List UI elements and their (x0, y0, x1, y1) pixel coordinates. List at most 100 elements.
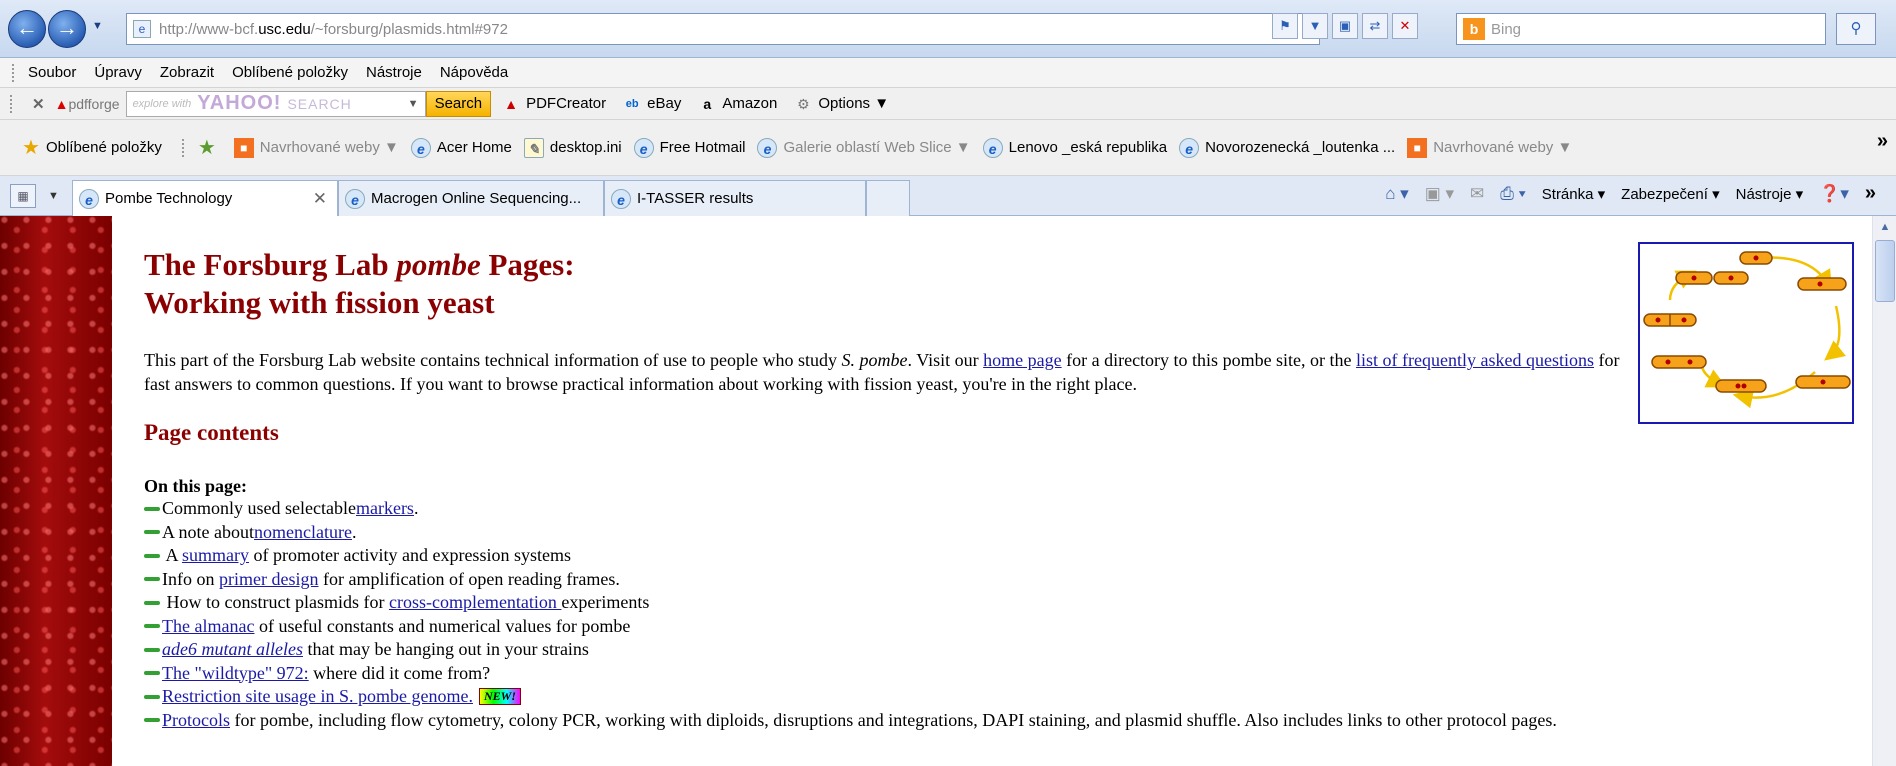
page-menu[interactable]: Stránka ▾ (1542, 185, 1605, 203)
history-dropdown-icon[interactable]: ▼ (92, 20, 103, 32)
yahoo-search-input[interactable]: explore with YAHOO! SEARCH ▼ (125, 90, 426, 117)
primer-design-link[interactable]: primer design (219, 568, 318, 592)
bullet-icon (144, 577, 160, 582)
scroll-thumb[interactable] (1875, 240, 1895, 302)
tools-menu[interactable]: Nástroje ▾ (1736, 185, 1804, 203)
fav-suggested-sites-2[interactable]: ■ Navrhované weby ▼ (1407, 137, 1572, 158)
ebay-icon: eb (625, 97, 639, 110)
list-item: How to construct plasmids for cross-comp… (144, 591, 1794, 615)
cross-complementation-link[interactable]: cross-complementation (389, 591, 561, 615)
protocols-link[interactable]: Protocols (162, 709, 230, 733)
close-tab-icon[interactable]: ✕ (313, 189, 327, 209)
menu-nastroje[interactable]: Nástroje (366, 64, 422, 81)
scroll-up-icon[interactable]: ▲ (1873, 216, 1896, 238)
ade6-link[interactable]: ade6 mutant alleles (162, 638, 303, 662)
amazon-button[interactable]: a Amazon (697, 94, 777, 114)
web-page: The Forsburg Lab pombe Pages: Working wi… (0, 216, 1896, 766)
fav-web-slice-gallery[interactable]: e Galerie oblastí Web Slice ▼ (757, 137, 971, 158)
pdfforge-toolbar: ✕ ▲pdfforge explore with YAHOO! SEARCH ▼… (0, 88, 1896, 120)
tab-pombe-technology[interactable]: e Pombe Technology ✕ (72, 180, 338, 216)
summary-link[interactable]: summary (182, 544, 249, 568)
compatibility-view-icon[interactable]: ⚑ (1272, 13, 1298, 39)
bullet-icon (144, 624, 160, 629)
search-input[interactable]: b Bing (1456, 13, 1826, 45)
cell-cycle-image[interactable] (1638, 242, 1854, 424)
ie-icon: e (79, 188, 99, 209)
menu-zobrazit[interactable]: Zobrazit (160, 64, 214, 81)
pdfforge-logo[interactable]: ▲pdfforge (55, 96, 120, 112)
rss-icon[interactable]: ▣ (1332, 13, 1358, 39)
bullet-icon (144, 506, 160, 511)
favorites-button[interactable]: ★ Oblíbené položky (22, 135, 162, 160)
amazon-icon: a (703, 95, 712, 112)
feeds-icon[interactable]: ▣ ▾ (1425, 184, 1454, 204)
list-item: Protocols for pombe, including flow cyto… (144, 709, 1794, 733)
mail-icon[interactable]: ✉ (1470, 184, 1484, 204)
fav-novorozenecka[interactable]: e Novorozenecká _loutenka ... (1179, 137, 1395, 158)
menu-soubor[interactable]: Soubor (28, 64, 76, 81)
fav-desktop-ini[interactable]: ✎ desktop.ini (523, 137, 622, 158)
list-item: Commonly used selectable markers. (144, 497, 1794, 521)
add-favorite-icon[interactable]: ★ (198, 135, 222, 160)
menu-napoveda[interactable]: Nápověda (440, 64, 508, 81)
menu-upravy[interactable]: Úpravy (94, 64, 142, 81)
page-icon: e (133, 20, 151, 38)
toolbar-grip (181, 138, 186, 157)
suggested-sites-icon: ■ (233, 137, 254, 158)
restriction-site-link[interactable]: Restriction site usage in S. pombe genom… (162, 685, 473, 709)
fav-free-hotmail[interactable]: e Free Hotmail (633, 137, 745, 158)
menu-oblibene[interactable]: Oblíbené položky (232, 64, 348, 81)
tab-itasser[interactable]: e I-TASSER results (604, 180, 866, 216)
toolbar-grip (10, 94, 14, 113)
back-button[interactable]: ← (8, 10, 46, 48)
chevron-more-icon[interactable]: » (1877, 130, 1888, 153)
almanac-link[interactable]: The almanac (162, 615, 254, 639)
contents-heading: Page contents (144, 420, 279, 445)
bullet-icon (144, 530, 160, 535)
address-dropdown-icon[interactable]: ▼ (1302, 13, 1328, 39)
ie-icon: e (1179, 137, 1200, 158)
command-bar: ⌂ ▾ ▣ ▾ ✉ ⎙ ▾ Stránka ▾ Zabezpečení ▾ Ná… (1385, 182, 1876, 205)
forward-button[interactable]: → (48, 10, 86, 48)
stop-icon[interactable]: ✕ (1392, 13, 1418, 39)
help-icon[interactable]: ❓▾ (1819, 184, 1849, 204)
list-item: A note about nomenclature. (144, 521, 1794, 545)
tab-list-dropdown-icon[interactable]: ▼ (48, 190, 59, 202)
list-item: A summary of promoter activity and expre… (144, 544, 1794, 568)
markers-link[interactable]: markers (356, 497, 414, 521)
quick-tabs-icon[interactable]: ▦ (10, 184, 36, 208)
wildtype-972-link[interactable]: The "wildtype" 972: (162, 662, 309, 686)
faq-link[interactable]: list of frequently asked questions (1356, 350, 1594, 370)
safety-menu[interactable]: Zabezpečení ▾ (1621, 185, 1719, 203)
refresh-icon[interactable]: ⇄ (1362, 13, 1388, 39)
fav-acer-home[interactable]: e Acer Home (410, 137, 512, 158)
home-icon[interactable]: ⌂ ▾ (1385, 184, 1409, 204)
on-this-page-label: On this page: (144, 476, 248, 496)
bullet-icon (144, 647, 160, 652)
list-item: Restriction site usage in S. pombe genom… (144, 685, 1794, 709)
yahoo-dropdown-icon[interactable]: ▼ (408, 98, 419, 110)
pdfcreator-button[interactable]: ▲ PDFCreator (501, 94, 606, 114)
yahoo-search-button[interactable]: Search (425, 90, 492, 117)
star-icon: ★ (22, 137, 40, 159)
ebay-button[interactable]: eb eBay (622, 94, 682, 114)
options-button[interactable]: ⚙ Options ▼ (793, 94, 889, 114)
tab-macrogen[interactable]: e Macrogen Online Sequencing... (338, 180, 604, 216)
fav-suggested-sites[interactable]: ■ Navrhované weby ▼ (233, 137, 399, 158)
ie-icon: e (345, 188, 365, 209)
bullet-icon (144, 553, 160, 558)
fav-lenovo[interactable]: e Lenovo _eská republika (982, 137, 1167, 158)
address-bar[interactable]: e http://www-bcf.usc.edu/~forsburg/plasm… (126, 13, 1320, 45)
print-icon[interactable]: ⎙ ▾ (1500, 184, 1525, 204)
list-item: The almanac of useful constants and nume… (144, 615, 1794, 639)
chevron-more-icon[interactable]: » (1865, 182, 1876, 205)
tab-bar: ▦ ▼ e Pombe Technology ✕ e Macrogen Onli… (0, 176, 1896, 216)
bullet-icon (144, 694, 160, 699)
search-icon[interactable]: ⚲ (1836, 13, 1876, 45)
vertical-scrollbar[interactable]: ▲ (1872, 216, 1896, 766)
close-toolbar-icon[interactable]: ✕ (32, 95, 45, 113)
new-tab-button[interactable] (866, 180, 910, 216)
home-page-link[interactable]: home page (983, 350, 1061, 370)
nomenclature-link[interactable]: nomenclature (254, 521, 352, 545)
ie-icon: e (410, 137, 431, 158)
